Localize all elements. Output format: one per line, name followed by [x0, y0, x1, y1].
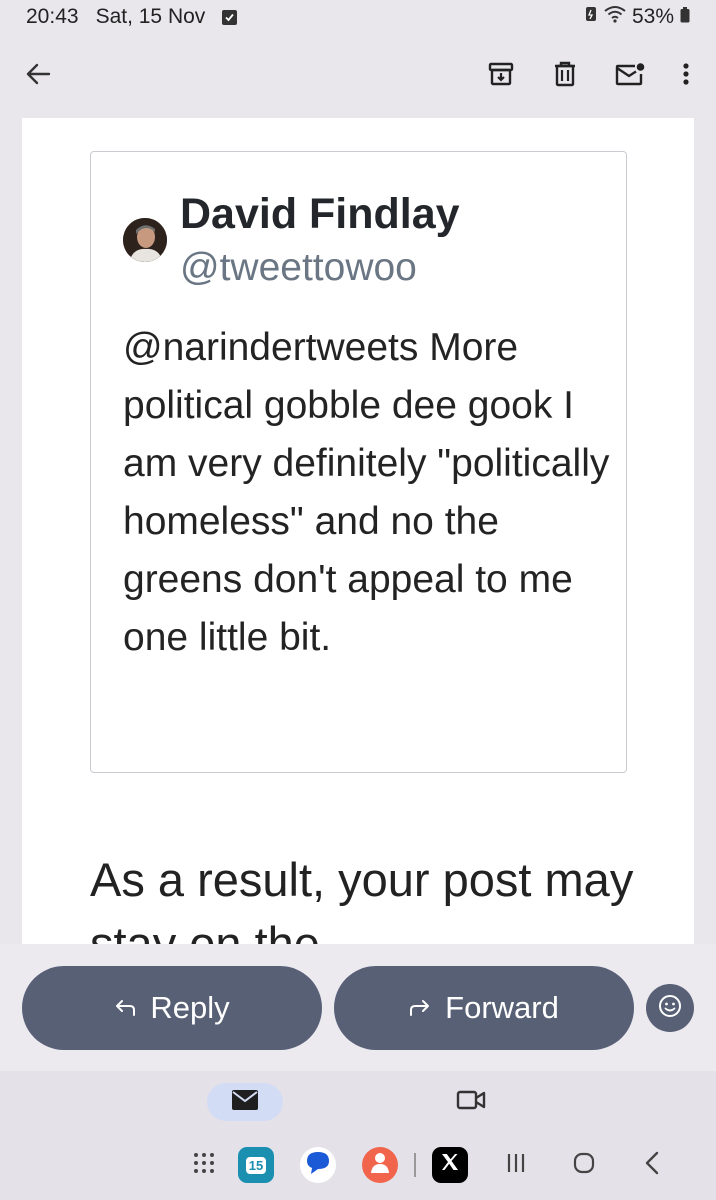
- back-nav-button[interactable]: [634, 1147, 670, 1183]
- person-icon: [370, 1152, 390, 1179]
- messages-app-icon[interactable]: [300, 1147, 336, 1183]
- tweet-author-name[interactable]: David Findlay: [180, 190, 460, 239]
- nav-mail-tab[interactable]: [207, 1083, 283, 1121]
- mark-unread-icon: [615, 62, 645, 91]
- app-bar: [0, 34, 716, 118]
- status-time: 20:43: [26, 5, 79, 28]
- notification-check-icon: [222, 9, 238, 25]
- apps-grid-icon: [193, 1152, 215, 1179]
- battery-saver-icon: [584, 5, 598, 29]
- back-button[interactable]: [18, 56, 58, 96]
- app-drawer-button[interactable]: [186, 1147, 222, 1183]
- nav-meet-tab[interactable]: [454, 1085, 488, 1119]
- recent-apps-button[interactable]: [498, 1147, 534, 1183]
- forward-button[interactable]: Forward: [334, 966, 634, 1050]
- forward-icon: [409, 993, 431, 1024]
- tweet-text: @narindertweets More political gobble de…: [123, 326, 610, 659]
- status-left: 20:43 Sat, 15 Nov: [26, 5, 238, 29]
- contacts-app-icon[interactable]: [362, 1147, 398, 1183]
- chevron-left-icon: [644, 1151, 660, 1180]
- battery-icon: [680, 5, 690, 29]
- reply-bar: Reply Forward: [0, 944, 716, 1071]
- home-button[interactable]: [566, 1147, 602, 1183]
- recents-icon: [504, 1152, 528, 1179]
- reply-label: Reply: [150, 990, 230, 1025]
- taskbar-divider: [414, 1153, 416, 1177]
- status-bar: 20:43 Sat, 15 Nov 53%: [0, 0, 716, 34]
- embedded-tweet-card[interactable]: David Findlay @tweettowoo @narindertweet…: [90, 151, 627, 773]
- mail-icon: [231, 1089, 259, 1116]
- arrow-back-icon: [25, 62, 51, 91]
- mark-unread-button[interactable]: [610, 56, 650, 96]
- calendar-app-icon[interactable]: 15: [238, 1147, 274, 1183]
- delete-button[interactable]: [545, 56, 585, 96]
- x-app-icon[interactable]: [432, 1147, 468, 1183]
- email-body: David Findlay @tweettowoo @narindertweet…: [22, 118, 694, 944]
- calendar-day: 15: [245, 1156, 267, 1174]
- system-taskbar: 15: [0, 1131, 716, 1200]
- avatar[interactable]: [123, 218, 167, 262]
- status-date: Sat, 15 Nov: [95, 5, 206, 28]
- emoji-reaction-button[interactable]: [646, 984, 694, 1032]
- email-body-text: As a result, your post may stay on the: [90, 853, 634, 944]
- forward-label: Forward: [445, 990, 559, 1025]
- delete-icon: [553, 61, 577, 92]
- more-options-button[interactable]: [666, 56, 706, 96]
- message-content[interactable]: David Findlay @tweettowoo @narindertweet…: [0, 118, 716, 944]
- reply-icon: [114, 993, 136, 1024]
- chat-bubble-icon: [303, 1149, 333, 1182]
- reply-button[interactable]: Reply: [22, 966, 322, 1050]
- tweet-author-handle[interactable]: @tweettowoo: [180, 246, 417, 290]
- archive-icon: [488, 61, 514, 92]
- home-icon: [572, 1151, 596, 1180]
- wifi-icon: [604, 5, 626, 29]
- smiley-icon: [658, 994, 682, 1023]
- x-logo-icon: [440, 1152, 460, 1178]
- archive-button[interactable]: [481, 56, 521, 96]
- battery-percent: 53%: [631, 5, 674, 28]
- more-vert-icon: [682, 62, 690, 91]
- status-right: 53%: [584, 5, 690, 29]
- bottom-navigation: [0, 1071, 716, 1131]
- video-camera-icon: [456, 1089, 486, 1116]
